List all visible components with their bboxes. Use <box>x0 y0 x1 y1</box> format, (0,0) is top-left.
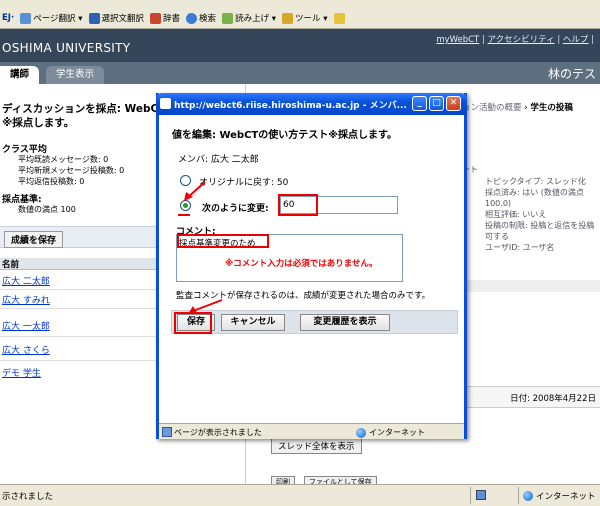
dictionary-button[interactable]: 辞書 <box>150 12 180 24</box>
help-icon[interactable] <box>333 12 345 24</box>
role-tabbar: 講師 学生表示 林のテス <box>0 62 600 84</box>
tools-menu[interactable]: ツール ▾ <box>282 12 328 24</box>
breadcrumb: ョン活動の概要 › 学生の投稿 <box>462 103 573 113</box>
cancel-button[interactable]: キャンセル <box>221 314 285 331</box>
translate-selection-icon <box>88 12 100 24</box>
ej-menu[interactable]: EJ· <box>2 13 14 23</box>
revert-original-label: オリジナルに戻す: 50 <box>199 178 289 188</box>
popup-status-text: ページが表示されました <box>174 428 262 437</box>
student-link[interactable]: 広大 さくら <box>2 343 50 356</box>
popup-security-zone: インターネット <box>356 427 425 438</box>
student-link[interactable]: 広大 一太郎 <box>2 319 50 332</box>
browser-status-bar: 示されました インターネット <box>0 484 600 506</box>
page-title: ディスカッションを採点: WebCT ※採点します。 <box>2 103 166 129</box>
class-average-stats: 平均既読メッセージ数: 0 平均新規メッセージ投稿数: 0 平均返信投稿数: 0 <box>18 155 125 186</box>
save-as-file-button[interactable]: ファイルとして保存 <box>303 476 377 486</box>
read-aloud-button[interactable]: 読み上げ ▾ <box>222 12 276 24</box>
row-divider <box>0 289 160 290</box>
security-zone: インターネット <box>523 490 596 502</box>
mywebct-link[interactable]: myWebCT <box>436 35 479 45</box>
page-translate-button[interactable]: ページ翻訳 ▾ <box>20 12 83 24</box>
message-date: 日付: 2008年4月22日 <box>510 394 596 404</box>
search-button[interactable]: 検索 <box>186 12 216 24</box>
speaker-icon <box>222 12 234 24</box>
edit-grade-popup: http://webct6.riise.hiroshima-u.ac.jp - … <box>156 93 467 439</box>
course-title: 林のテス <box>547 67 596 81</box>
highlight-box-score <box>278 194 318 216</box>
topic-meta: トピックタイプ: スレッド化 採点済み: はい (数値の満点 100.0) 相互… <box>485 177 595 252</box>
tab-student-view[interactable]: 学生表示 <box>46 66 105 84</box>
translation-toolbar: EJ· ページ翻訳 ▾ 選択文翻訳 辞書 検索 読み上げ ▾ ツール ▾ <box>0 8 600 28</box>
row-divider <box>0 308 160 309</box>
change-to-label: 次のように変更: <box>202 204 269 214</box>
close-icon[interactable]: ✕ <box>446 96 461 111</box>
student-link[interactable]: デモ 学生 <box>2 366 41 379</box>
ie-window-icon <box>160 98 171 109</box>
comment-note: ※コメント入力は必須ではありません。 <box>225 259 378 269</box>
page-icon <box>476 490 486 500</box>
annotation-arrow-radio <box>184 181 206 201</box>
browser-toolbar: EJ· ページ翻訳 ▾ 選択文翻訳 辞書 検索 読み上げ ▾ ツール ▾ <box>0 0 600 29</box>
maximize-icon[interactable]: □ <box>429 96 444 111</box>
tab-instructor[interactable]: 講師 <box>0 66 40 84</box>
highlight-box-comment <box>177 234 269 248</box>
row-divider <box>0 336 160 337</box>
status-text: 示されました <box>2 492 54 502</box>
page-icon <box>162 427 172 437</box>
popup-titlebar[interactable]: http://webct6.riise.hiroshima-u.ac.jp - … <box>156 93 467 115</box>
translate-icon <box>20 12 32 24</box>
popup-status-bar: ページが表示されました インターネット <box>159 423 464 439</box>
save-grades-button[interactable]: 成績を保存 <box>4 231 64 248</box>
view-thread-button[interactable]: スレッド全体を表示 <box>271 438 362 454</box>
top-links: myWebCT | アクセシビリティ | ヘルプ | <box>436 35 594 45</box>
globe-icon <box>523 491 533 501</box>
student-link[interactable]: 広大 すみれ <box>2 293 50 306</box>
status-divider <box>518 487 519 504</box>
annotation-arrow-save <box>188 299 223 314</box>
dictionary-icon <box>150 12 162 24</box>
popup-content: 値を編集: WebCTの使い方テスト※採点します。 メンバ: 広大 二太郎 オリ… <box>159 115 464 423</box>
search-icon <box>186 12 198 24</box>
edit-heading: 値を編集: WebCTの使い方テスト※採点します。 <box>172 130 397 141</box>
member-name: メンバ: 広大 二太郎 <box>178 155 259 165</box>
row-divider <box>0 360 160 361</box>
site-header: OSHIMA UNIVERSITY myWebCT | アクセシビリティ | ヘ… <box>0 29 600 62</box>
criteria-value: 数値の満点 100 <box>18 205 76 214</box>
university-name: OSHIMA UNIVERSITY <box>2 41 131 55</box>
student-link[interactable]: 広大 二太郎 <box>2 274 50 287</box>
accessibility-link[interactable]: アクセシビリティ <box>488 35 555 45</box>
minimize-icon[interactable]: _ <box>412 96 427 111</box>
popup-title: http://webct6.riise.hiroshima-u.ac.jp - … <box>174 101 407 111</box>
globe-icon <box>356 427 366 438</box>
print-button[interactable]: 印刷 <box>271 476 295 486</box>
selection-translate-button[interactable]: 選択文翻訳 <box>88 12 144 24</box>
view-history-button[interactable]: 変更履歴を表示 <box>300 314 390 331</box>
message-actions: 印刷 ファイルとして保存 <box>271 476 591 486</box>
help-link[interactable]: ヘルプ <box>563 35 589 45</box>
underline-mark <box>178 214 190 216</box>
tools-icon <box>282 12 294 24</box>
status-divider <box>470 487 471 504</box>
